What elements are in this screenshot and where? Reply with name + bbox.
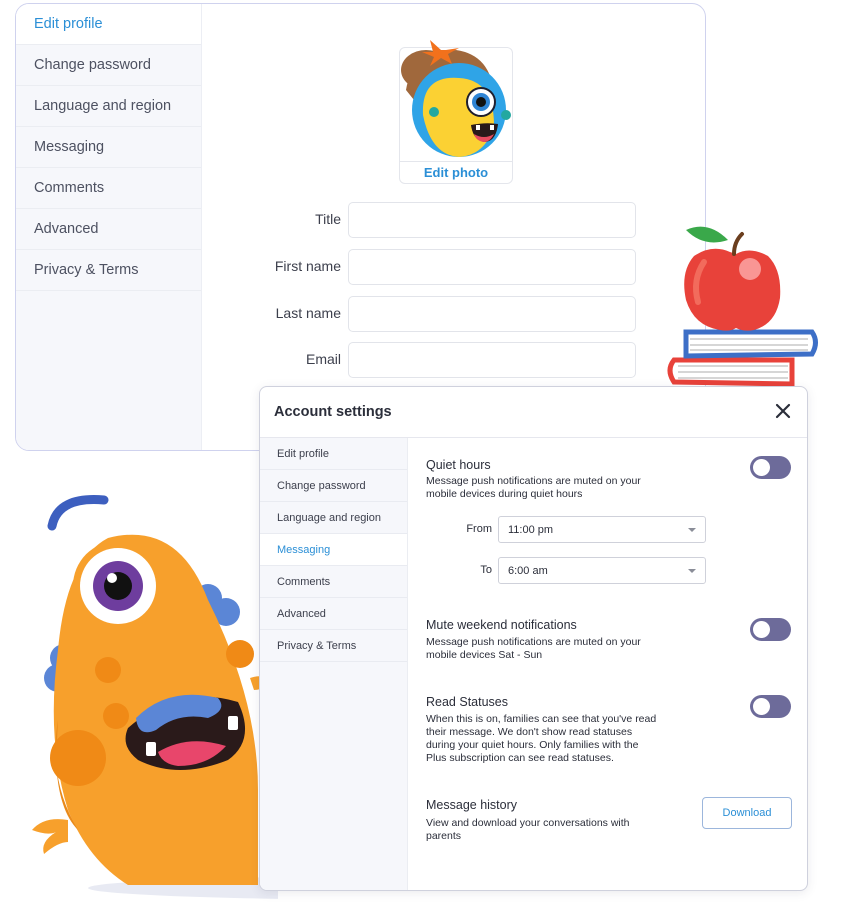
sidebar-item-advanced[interactable]: Advanced — [260, 598, 407, 630]
last-name-row: Last name — [201, 296, 641, 332]
sidebar-item-language[interactable]: Language and region — [260, 502, 407, 534]
quiet-hours-description: Message push notifications are muted on … — [426, 475, 641, 500]
from-time-select[interactable]: 11:00 pm — [498, 516, 706, 543]
title-input[interactable] — [348, 202, 636, 238]
modal-header: Account settings — [260, 387, 807, 438]
message-history-description: View and download your conversations wit… — [426, 817, 630, 842]
sidebar-item-change-password[interactable]: Change password — [260, 470, 407, 502]
mute-weekend-toggle[interactable] — [750, 618, 791, 641]
mute-weekend-description: Message push notifications are muted on … — [426, 636, 641, 661]
read-statuses-toggle[interactable] — [750, 695, 791, 718]
sidebar-item-edit-profile[interactable]: Edit profile — [260, 438, 407, 470]
title-row: Title — [201, 202, 641, 238]
download-button[interactable]: Download — [702, 797, 792, 829]
first-name-label: First name — [274, 258, 341, 274]
edit-photo-button[interactable]: Edit photo — [400, 161, 512, 183]
last-name-input[interactable] — [348, 296, 636, 332]
back-sidebar-item-messaging[interactable]: Messaging — [16, 127, 201, 168]
email-input[interactable] — [348, 342, 636, 378]
sidebar-item-privacy[interactable]: Privacy & Terms — [260, 630, 407, 662]
message-history-title: Message history — [426, 798, 518, 812]
back-sidebar: Edit profile Change password Language an… — [16, 4, 202, 450]
first-name-row: First name — [201, 249, 641, 285]
to-label: To — [480, 564, 492, 576]
chevron-down-icon — [688, 528, 696, 532]
from-time-value: 11:00 pm — [508, 524, 554, 536]
modal-sidebar: Edit profile Change password Language an… — [260, 438, 408, 890]
back-sidebar-item-advanced[interactable]: Advanced — [16, 209, 201, 250]
sidebar-item-comments[interactable]: Comments — [260, 566, 407, 598]
toggle-knob — [753, 459, 770, 476]
modal-title: Account settings — [274, 404, 392, 420]
edit-profile-window: Edit profile Change password Language an… — [15, 3, 706, 451]
messaging-settings: Quiet hours Message push notifications a… — [408, 438, 807, 890]
chevron-down-icon — [688, 569, 696, 573]
email-row: Email — [201, 342, 641, 378]
toggle-knob — [753, 698, 770, 715]
back-sidebar-item-edit-profile[interactable]: Edit profile — [16, 4, 201, 45]
avatar — [401, 40, 511, 157]
title-label: Title — [315, 211, 341, 227]
toggle-knob — [753, 621, 770, 638]
close-icon[interactable] — [771, 399, 795, 423]
back-sidebar-item-language[interactable]: Language and region — [16, 86, 201, 127]
to-time-value: 6:00 am — [508, 565, 548, 577]
back-sidebar-item-change-password[interactable]: Change password — [16, 45, 201, 86]
quiet-hours-title: Quiet hours — [426, 458, 491, 472]
back-sidebar-item-privacy[interactable]: Privacy & Terms — [16, 250, 201, 291]
back-sidebar-item-comments[interactable]: Comments — [16, 168, 201, 209]
to-time-select[interactable]: 6:00 am — [498, 557, 706, 584]
mute-weekend-title: Mute weekend notifications — [426, 618, 577, 632]
first-name-input[interactable] — [348, 249, 636, 285]
sidebar-item-messaging[interactable]: Messaging — [260, 534, 407, 566]
account-settings-modal: Account settings Edit profile Change pas… — [259, 386, 808, 891]
last-name-label: Last name — [275, 305, 341, 321]
quiet-hours-toggle[interactable] — [750, 456, 791, 479]
read-statuses-title: Read Statuses — [426, 695, 508, 709]
from-label: From — [466, 523, 492, 535]
email-label: Email — [305, 351, 341, 367]
apple-books-illustration — [667, 226, 818, 387]
orange-monster-illustration — [32, 495, 278, 899]
read-statuses-description: When this is on, families can see that y… — [426, 713, 657, 764]
